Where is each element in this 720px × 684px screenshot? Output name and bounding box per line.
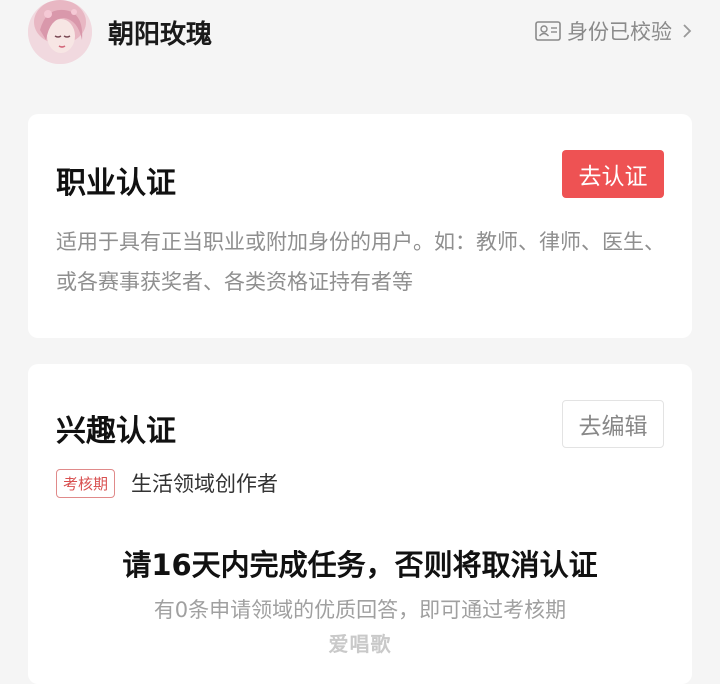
interest-cert-title: 兴趣认证: [56, 414, 176, 449]
verified-label: 身份已校验: [567, 20, 672, 44]
task-requirement-text: 有0条申请领域的优质回答，即可通过考核期: [153, 598, 567, 622]
cert-field-label: 生活领域创作者: [131, 472, 279, 496]
go-edit-button[interactable]: 去编辑: [562, 400, 664, 448]
cert-field-row: 考核期 生活领域创作者: [56, 468, 278, 498]
id-card-icon: [535, 21, 561, 41]
professional-cert-description: 适用于具有正当职业或附加身份的用户。如：教师、律师、医生、或各赛事获奖者、各类资…: [56, 230, 665, 294]
professional-cert-card: 职业认证 去认证 适用于具有正当职业或附加身份的用户。如：教师、律师、医生、或各…: [28, 114, 692, 338]
chevron-right-icon: [683, 24, 692, 38]
watermark: 爱唱歌: [328, 632, 392, 656]
identity-verified-link[interactable]: 身份已校验: [535, 16, 694, 46]
avatar[interactable]: [28, 0, 92, 64]
task-deadline-title: 请16天内完成任务，否则将取消认证: [122, 548, 598, 582]
avatar-portrait-icon: [28, 0, 92, 64]
profile-header: 朝阳玫瑰 身份已校验: [0, 0, 720, 80]
go-certify-button[interactable]: 去认证: [562, 150, 664, 198]
professional-cert-title: 职业认证: [56, 166, 176, 201]
review-period-badge: 考核期: [56, 468, 116, 498]
username: 朝阳玫瑰: [108, 20, 213, 50]
